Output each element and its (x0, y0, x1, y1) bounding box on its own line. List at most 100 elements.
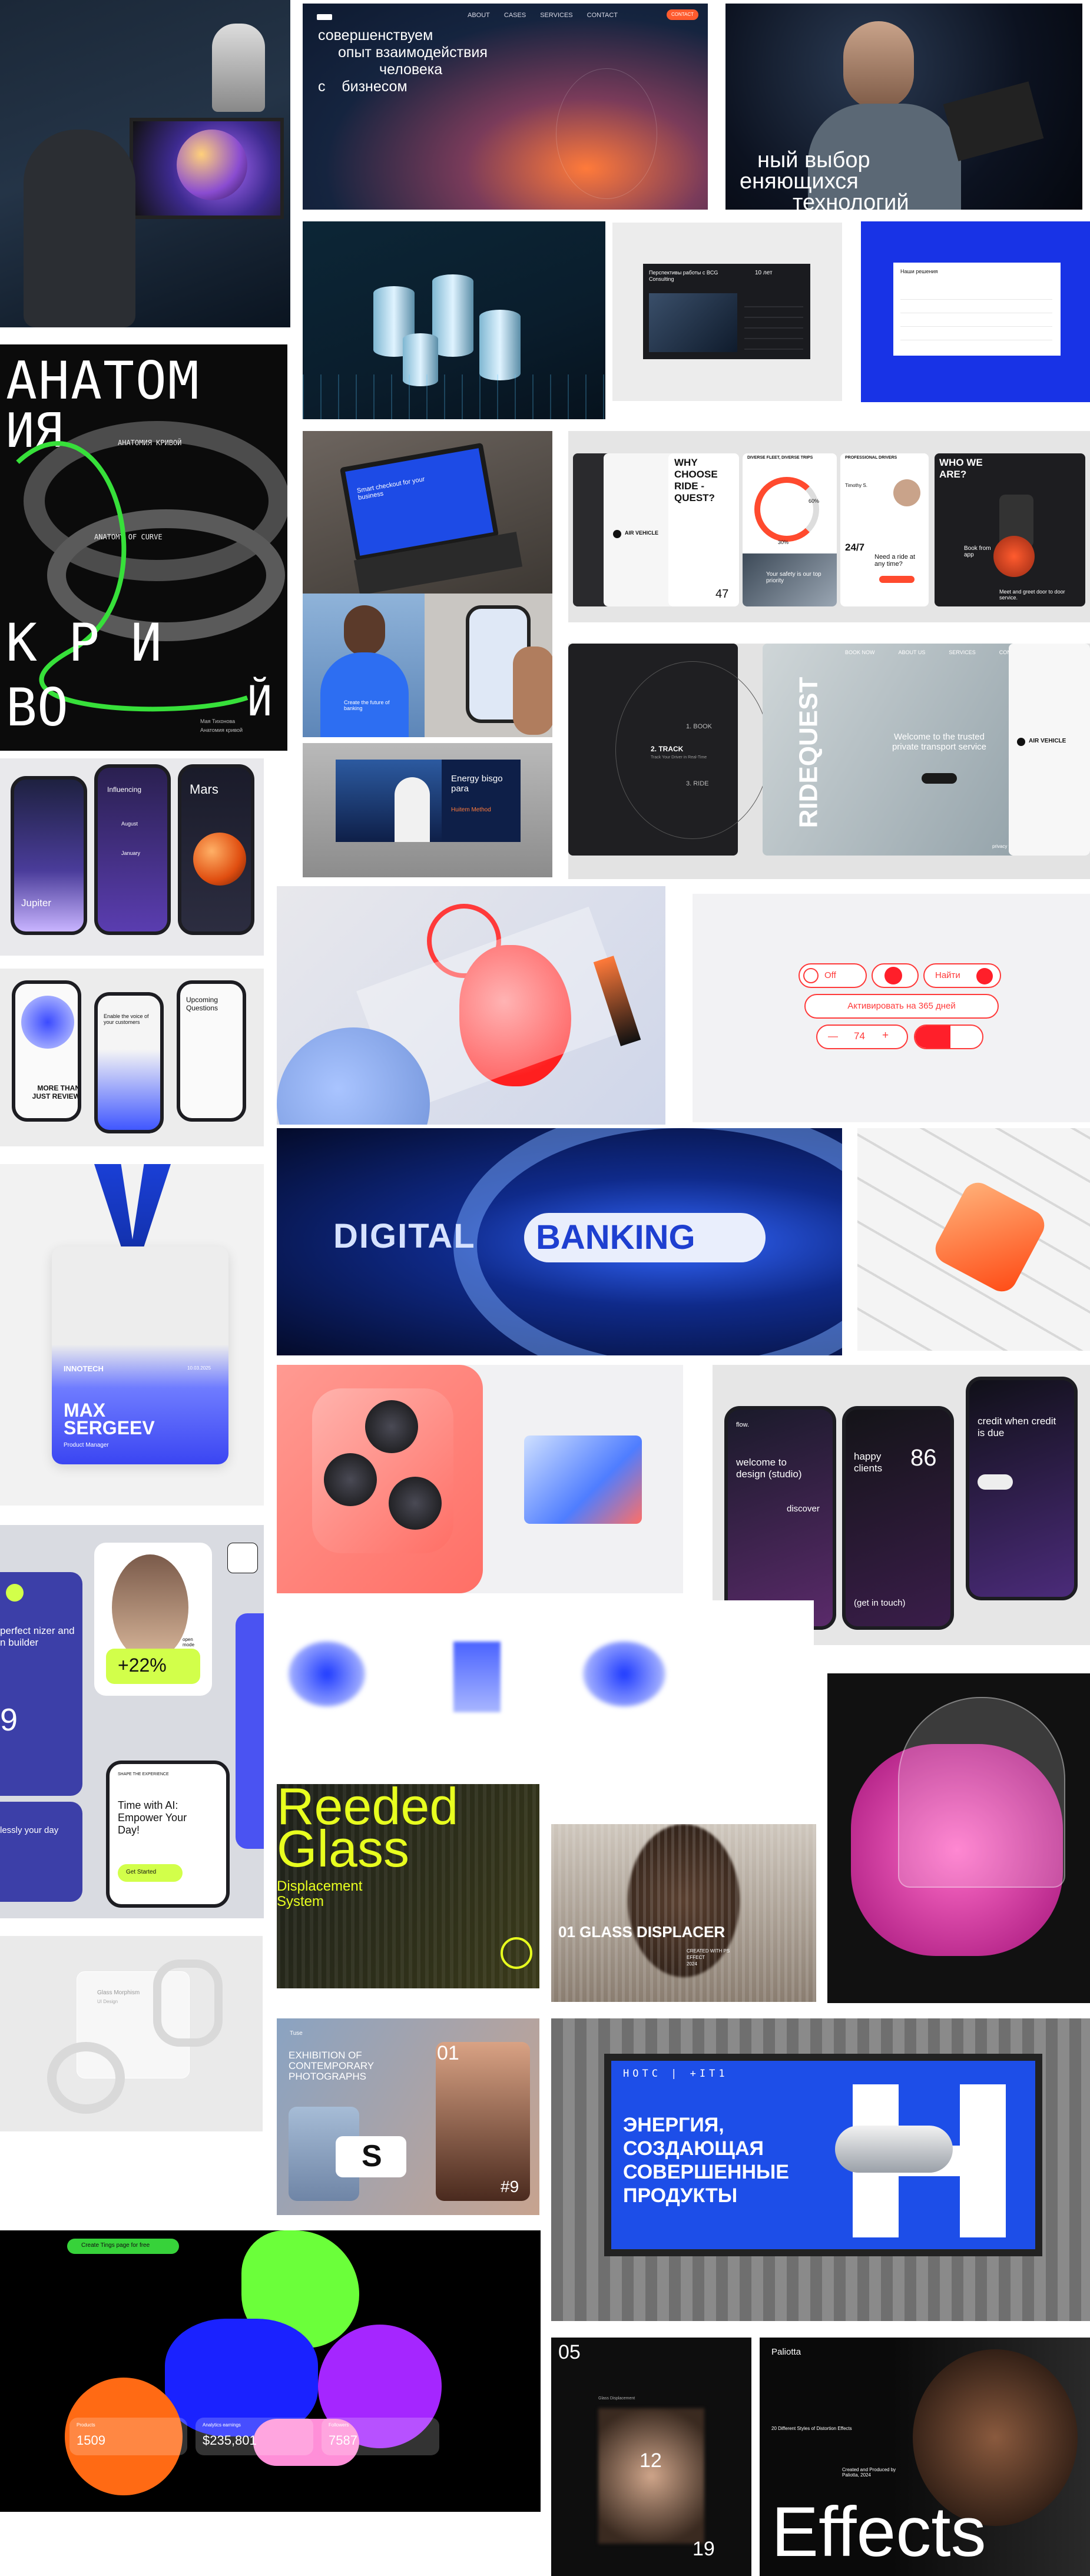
headline-line-3: технологий (793, 190, 909, 210)
toggle-off-label: Off (824, 970, 836, 980)
quantity-stepper[interactable]: — 74 + (816, 1025, 908, 1049)
cylinder-3 (479, 310, 521, 380)
flow-discover: discover (787, 1504, 820, 1514)
glass-ring (47, 2042, 125, 2114)
ride-card-pro: PROFESSIONAL DRIVERS Timothy S. 24/7 Nee… (840, 453, 929, 606)
card-woman: +22% open mode (94, 1543, 212, 1696)
blobs-header[interactable]: Create Tings page for free (67, 2239, 179, 2254)
robot-figure (212, 24, 265, 112)
ai-cta[interactable]: Get Started (118, 1864, 183, 1882)
poster-caption: Glass Displacement (598, 2396, 635, 2401)
hero-nav-about[interactable]: ABOUT US (899, 649, 926, 655)
website-business-hero: ABOUT CASES SERVICES CONTACT CONTACT сов… (303, 4, 708, 210)
nav-item-services[interactable]: SERVICES (540, 12, 572, 19)
badge-card: INNOTECH 10.03.2025 MAX SERGEEV Product … (52, 1246, 228, 1464)
billboard-person (395, 777, 430, 842)
form-fields (900, 286, 1052, 345)
stepper-minus[interactable]: — (828, 1030, 838, 1042)
poster-reeded-glass: Reeded Glass Displacement System (277, 1784, 539, 1988)
lens-2 (324, 1453, 377, 1506)
vehicle-panel: AIR VEHICLE (1009, 644, 1090, 856)
poster-title-bottom-2: ВО (6, 677, 68, 738)
hero-nav-book[interactable]: BOOK NOW (845, 649, 875, 655)
ai-label: SHAPE THE EXPERIENCE (118, 1772, 169, 1776)
glass-pill (153, 1960, 223, 2047)
circuit-lines (303, 374, 605, 419)
glass-shape (524, 1435, 642, 1524)
contact-button[interactable]: CONTACT (667, 9, 698, 20)
record-dot (884, 967, 902, 984)
billboard-line-2: СОЗДАЮЩАЯ (623, 2137, 764, 2160)
laptop-screen-text: Smart checkout for your business (356, 475, 426, 502)
bcg-card: Перспективы работы с BCG Consulting 10 л… (643, 264, 810, 359)
step-book: 1. BOOK (686, 723, 713, 730)
fleet-donut (754, 477, 819, 542)
render-blue-blobs (277, 1600, 814, 1777)
vehicle-label-2: AIR VEHICLE (1029, 738, 1066, 744)
pro-book-btn[interactable] (879, 576, 915, 583)
blobs-header-label: Create Tings page for free (81, 2242, 150, 2249)
record-button[interactable] (872, 963, 919, 988)
ai-cta-label: Get Started (126, 1869, 157, 1875)
headline-line-3: человека (379, 61, 443, 78)
pro-driver-name: Timothy S. (845, 483, 867, 488)
poster-anatomy-curve: АНАТОМ ИЯ АНАТОМИЯ КРИВОЙ ANATOMY OF CUR… (0, 344, 287, 751)
poster-title-bottom-1: К Р И (6, 612, 162, 673)
nav-item-contact[interactable]: CONTACT (587, 12, 618, 19)
man-head (843, 21, 914, 110)
bcg-badge: 10 лет (755, 270, 773, 276)
woman-body (320, 652, 409, 737)
billboard-title: Energy bisgo para (451, 774, 503, 794)
top-nav: ABOUT CASES SERVICES CONTACT (468, 12, 618, 19)
poster-face (598, 2408, 704, 2544)
nav-item-about[interactable]: ABOUT (468, 12, 490, 19)
toggle-off-knob (803, 968, 819, 983)
jupiter-label: Jupiter (21, 897, 52, 909)
hero-nav: BOOK NOW ABOUT US SERVICES CONTACT (845, 649, 1025, 655)
nav-item-cases[interactable]: CASES (504, 12, 526, 19)
lanyard (94, 1164, 171, 1258)
toggle-on-fill (915, 1026, 950, 1048)
phone-flow-3: credit when credit is due (966, 1377, 1078, 1600)
activate-button[interactable]: Активировать на 365 дней (804, 994, 999, 1019)
steps-panel: 1. BOOK 2. TRACK Track Your Driver in Re… (568, 644, 770, 856)
seamless-text: lessly your day (0, 1825, 59, 1835)
image-woman-blue-sweater: Create the future of banking (303, 594, 425, 737)
poster-num-2: 12 (640, 2449, 662, 2472)
displacer-lines (551, 1824, 816, 2002)
flow-welcome: welcome to design (studio) (736, 1457, 802, 1480)
effects-title: Effects (771, 2492, 986, 2571)
vehicle-dot-2 (1017, 738, 1025, 746)
hero-nav-services[interactable]: SERVICES (949, 649, 975, 655)
fleet-photo: Your safety is our top priority (743, 553, 837, 606)
percent-card: +22% (106, 1649, 200, 1684)
exhibition-num: 01 (437, 2042, 459, 2064)
banking-right-word: BANKING (536, 1218, 695, 1256)
vehicle-label: AIR VEHICLE (625, 530, 659, 536)
flow-toggle[interactable] (978, 1474, 1013, 1490)
toggle-on[interactable] (914, 1025, 983, 1049)
render-glass-card: Glass Morphism UI Design (0, 1936, 263, 2131)
tablet (943, 81, 1044, 161)
robot-hand (835, 2126, 953, 2173)
bcg-stats (744, 297, 803, 350)
cylinder-2 (432, 274, 473, 357)
review-title: MORE THAN JUST REVIEW (32, 1084, 80, 1100)
pro-247: 24/7 (845, 542, 865, 553)
render-orange-keycap (857, 1128, 1090, 1351)
stepper-plus[interactable]: + (882, 1029, 889, 1042)
render-glass-red (277, 886, 665, 1125)
find-button[interactable]: Найти (923, 963, 1001, 988)
blob-1 (289, 1642, 365, 1706)
toggle-off[interactable]: Off (799, 963, 867, 988)
month-january: January (121, 850, 141, 856)
website-ridequest-hero: 1. BOOK 2. TRACK Track Your Driver in Re… (568, 644, 1090, 879)
hero-cta[interactable] (922, 773, 957, 784)
fleet-title: DIVERSE FLEET, DIVERSE TRIPS (747, 456, 813, 460)
card-seamless: lessly your day (0, 1802, 82, 1902)
orb-graphic (556, 68, 657, 199)
review-sub: Enable the voice of your customers (104, 1013, 149, 1025)
displacer-meta-2: EFFECT (687, 1955, 705, 1960)
reeded-title-2: Glass (277, 1819, 409, 1878)
why-num: 47 (715, 588, 729, 601)
